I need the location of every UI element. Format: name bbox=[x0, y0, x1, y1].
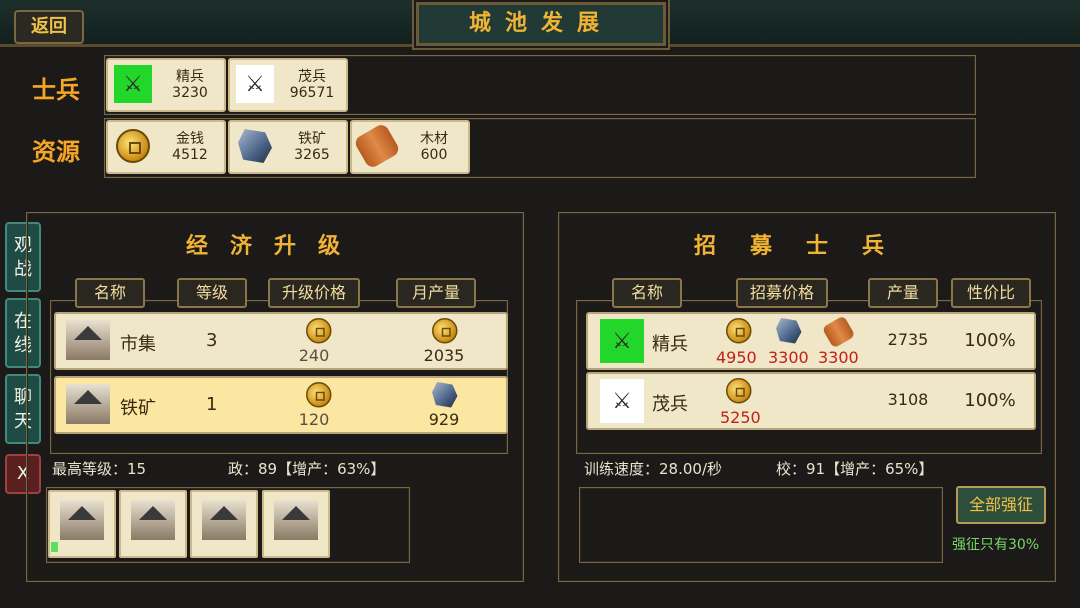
economy-row-market[interactable]: 市集 3 240 2035 bbox=[54, 312, 508, 370]
soldiers-label: 士兵 bbox=[32, 76, 80, 104]
resource-amount: 4512 bbox=[172, 147, 208, 163]
upgrade-price: 240 bbox=[298, 346, 330, 365]
value-ratio: 100% bbox=[964, 390, 1016, 411]
recruit-row-elite[interactable]: ⚔ 精兵 4950 3300 3300 2735 100% bbox=[586, 312, 1036, 370]
building-name: 市集 bbox=[120, 334, 156, 355]
iron-mine-building-icon bbox=[202, 500, 246, 540]
resource-card-iron[interactable]: 铁矿 3265 bbox=[228, 120, 348, 174]
building-level: 1 bbox=[206, 394, 218, 415]
soldier-card-elite[interactable]: ⚔ 精兵 3230 bbox=[106, 58, 226, 112]
economy-header-price: 升级价格 bbox=[268, 278, 360, 308]
iron-mine-building-icon bbox=[274, 500, 318, 540]
elite-soldier-icon: ⚔ bbox=[600, 319, 644, 363]
recruit-header-cost: 招募价格 bbox=[736, 278, 828, 308]
soldier-output: 3108 bbox=[887, 390, 929, 409]
building-thumb[interactable] bbox=[190, 490, 258, 558]
building-thumb[interactable] bbox=[48, 490, 116, 558]
gold-coin-icon bbox=[306, 318, 332, 344]
infantry-soldier-icon: ⚔ bbox=[236, 65, 274, 103]
recruit-header-output: 产量 bbox=[868, 278, 938, 308]
iron-ore-icon bbox=[432, 382, 458, 408]
train-speed-text: 训练速度：28.00/秒 bbox=[584, 460, 722, 478]
building-level: 3 bbox=[206, 330, 218, 351]
conscript-note: 强征只有30% bbox=[952, 537, 1040, 553]
economy-title: 经济升级 bbox=[185, 234, 362, 259]
cost-wood: 3300 bbox=[818, 348, 859, 367]
resource-amount: 600 bbox=[420, 147, 448, 163]
market-building-icon bbox=[66, 320, 110, 360]
cost-gold: 5250 bbox=[720, 408, 761, 427]
economy-header-output: 月产量 bbox=[396, 278, 476, 308]
wood-log-icon bbox=[352, 122, 402, 170]
wood-log-icon bbox=[821, 315, 856, 349]
progress-indicator bbox=[51, 542, 58, 552]
top-bar-pattern-left bbox=[84, 18, 404, 32]
soldier-name: 茂兵 bbox=[652, 394, 688, 415]
upgrade-price: 120 bbox=[298, 410, 330, 429]
recruit-header-ratio: 性价比 bbox=[951, 278, 1031, 308]
gold-coin-icon bbox=[116, 129, 150, 163]
gold-coin-icon bbox=[306, 382, 332, 408]
building-thumb[interactable] bbox=[262, 490, 330, 558]
politics-bonus-text: 政：89【增产：63%】 bbox=[228, 460, 386, 478]
iron-mine-building-icon bbox=[66, 384, 110, 424]
elite-soldier-icon: ⚔ bbox=[114, 65, 152, 103]
cost-iron: 3300 bbox=[768, 348, 809, 367]
economy-header-name: 名称 bbox=[75, 278, 145, 308]
soldier-card-infantry[interactable]: ⚔ 茂兵 96571 bbox=[228, 58, 348, 112]
infantry-soldier-icon: ⚔ bbox=[600, 379, 644, 423]
back-button[interactable]: 返回 bbox=[14, 10, 84, 44]
cost-gold: 4950 bbox=[716, 348, 757, 367]
iron-ore-icon bbox=[238, 129, 272, 163]
resource-name: 铁矿 bbox=[298, 131, 326, 147]
soldier-name: 精兵 bbox=[176, 69, 204, 85]
market-building-icon bbox=[131, 500, 175, 540]
resource-card-wood[interactable]: 木材 600 bbox=[350, 120, 470, 174]
resources-label: 资源 bbox=[32, 138, 80, 166]
top-bar-pattern-right bbox=[676, 18, 1080, 32]
building-name: 铁矿 bbox=[120, 398, 156, 419]
soldier-output: 2735 bbox=[887, 330, 929, 349]
iron-ore-icon bbox=[776, 318, 802, 344]
resource-name: 木材 bbox=[420, 131, 448, 147]
economy-header-level: 等级 bbox=[177, 278, 247, 308]
conscript-all-button[interactable]: 全部强征 bbox=[956, 486, 1046, 524]
value-ratio: 100% bbox=[964, 330, 1016, 351]
monthly-output: 929 bbox=[428, 410, 460, 429]
page-title: 城池发展 bbox=[416, 2, 666, 46]
gold-coin-icon bbox=[726, 318, 752, 344]
economy-row-iron[interactable]: 铁矿 1 120 929 bbox=[54, 376, 508, 434]
soldier-count: 96571 bbox=[289, 85, 335, 101]
soldier-name: 茂兵 bbox=[298, 69, 326, 85]
resource-name: 金钱 bbox=[176, 131, 204, 147]
soldier-count: 3230 bbox=[172, 85, 208, 101]
recruit-title: 招募士兵 bbox=[693, 234, 918, 259]
gold-coin-icon bbox=[726, 378, 752, 404]
recruit-queue-frame bbox=[579, 487, 943, 563]
soldier-name: 精兵 bbox=[652, 334, 688, 355]
max-level-text: 最高等级：15 bbox=[52, 460, 147, 478]
market-building-icon bbox=[60, 500, 104, 540]
school-bonus-text: 校：91【增产：65%】 bbox=[776, 460, 934, 478]
recruit-header-name: 名称 bbox=[612, 278, 682, 308]
resource-card-gold[interactable]: 金钱 4512 bbox=[106, 120, 226, 174]
recruit-row-infantry[interactable]: ⚔ 茂兵 5250 3108 100% bbox=[586, 372, 1036, 430]
resource-amount: 3265 bbox=[294, 147, 330, 163]
building-thumb[interactable] bbox=[119, 490, 187, 558]
monthly-output: 2035 bbox=[423, 346, 465, 365]
gold-coin-icon bbox=[432, 318, 458, 344]
